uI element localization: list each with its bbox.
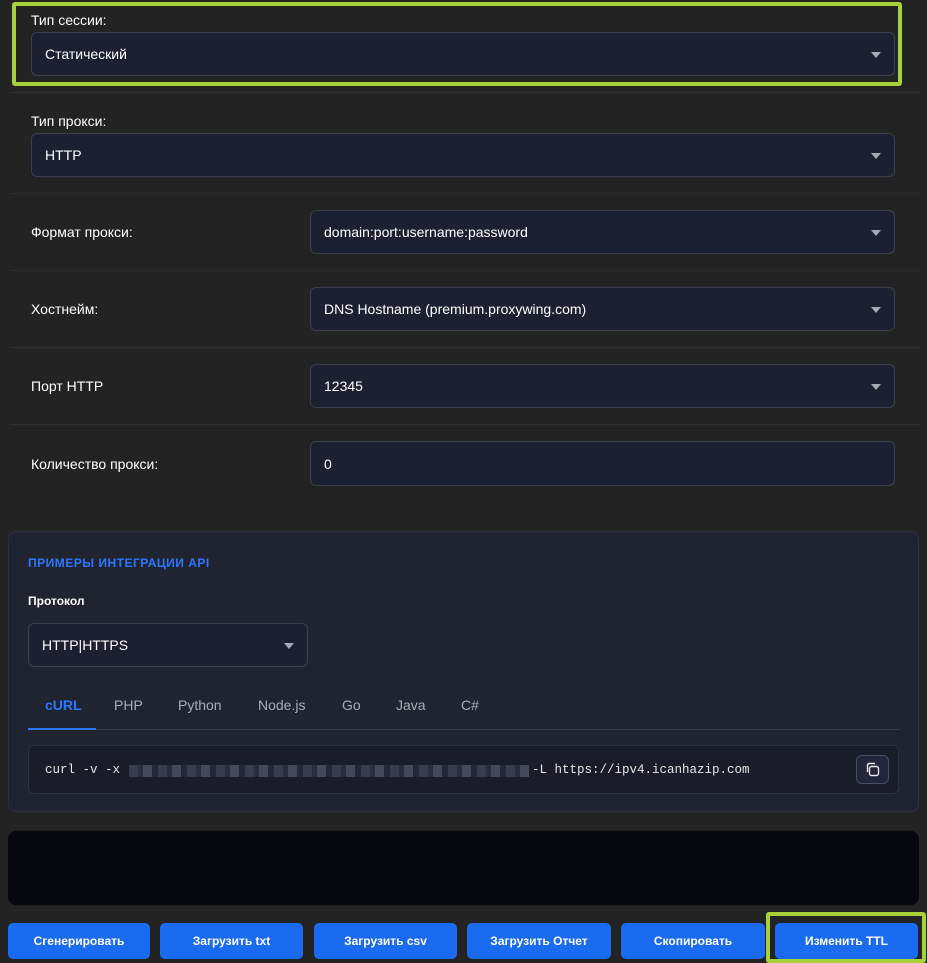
proxy-type-value: HTTP bbox=[45, 147, 82, 163]
proxy-format-select[interactable]: domain:port:username:password bbox=[310, 210, 895, 254]
port-value: 12345 bbox=[324, 378, 363, 394]
tab-nodejs[interactable]: Node.js bbox=[258, 697, 305, 713]
divider bbox=[10, 193, 920, 194]
tab-java[interactable]: Java bbox=[396, 697, 426, 713]
tab-python[interactable]: Python bbox=[178, 697, 222, 713]
proxy-format-label: Формат прокси: bbox=[31, 224, 133, 240]
session-type-select[interactable]: Статический bbox=[31, 32, 895, 76]
proxy-count-value: 0 bbox=[324, 455, 332, 472]
divider bbox=[10, 92, 920, 93]
tab-csharp[interactable]: C# bbox=[461, 697, 479, 713]
chevron-down-icon bbox=[871, 153, 881, 159]
chevron-down-icon bbox=[871, 52, 881, 58]
proxy-type-label: Тип прокси: bbox=[31, 113, 107, 129]
generate-button[interactable]: Сгенерировать bbox=[8, 923, 150, 959]
divider bbox=[10, 270, 920, 271]
change-ttl-button[interactable]: Изменить TTL bbox=[775, 923, 918, 959]
redacted-credentials bbox=[129, 765, 529, 777]
protocol-label: Протокол bbox=[28, 594, 85, 608]
hostname-label: Хостнейм: bbox=[31, 301, 99, 317]
proxy-type-select[interactable]: HTTP bbox=[31, 133, 895, 177]
hostname-select[interactable]: DNS Hostname (premium.proxywing.com) bbox=[310, 287, 895, 331]
session-type-label: Тип сессии: bbox=[31, 12, 107, 28]
tab-go[interactable]: Go bbox=[342, 697, 361, 713]
divider bbox=[10, 347, 920, 348]
api-examples-title: ПРИМЕРЫ ИНТЕГРАЦИИ API bbox=[28, 556, 210, 570]
copy-icon bbox=[866, 762, 880, 777]
session-type-value: Статический bbox=[45, 46, 127, 62]
proxy-count-input[interactable]: 0 bbox=[310, 441, 895, 486]
code-snippet: curl -v -x -L https://ipv4.icanhazip.com bbox=[28, 745, 899, 794]
active-tab-indicator bbox=[28, 728, 96, 730]
chevron-down-icon bbox=[871, 384, 881, 390]
protocol-select[interactable]: HTTP|HTTPS bbox=[28, 623, 308, 667]
port-label: Порт HTTP bbox=[31, 378, 104, 394]
tab-curl[interactable]: cURL bbox=[45, 697, 82, 713]
chevron-down-icon bbox=[871, 230, 881, 236]
hostname-value: DNS Hostname (premium.proxywing.com) bbox=[324, 301, 587, 317]
proxy-count-label: Количество прокси: bbox=[31, 456, 159, 472]
code-prefix: curl -v -x bbox=[45, 763, 121, 777]
proxy-format-value: domain:port:username:password bbox=[324, 224, 528, 240]
divider bbox=[10, 424, 920, 425]
copy-button[interactable]: Скопировать bbox=[621, 923, 765, 959]
download-report-button[interactable]: Загрузить Отчет bbox=[467, 923, 611, 959]
language-tabs: cURL PHP Python Node.js Go Java C# bbox=[28, 684, 900, 730]
download-csv-button[interactable]: Загрузить csv bbox=[314, 923, 457, 959]
protocol-value: HTTP|HTTPS bbox=[42, 637, 129, 653]
tab-php[interactable]: PHP bbox=[114, 697, 143, 713]
api-examples-panel: ПРИМЕРЫ ИНТЕГРАЦИИ API Протокол HTTP|HTT… bbox=[8, 531, 919, 812]
chevron-down-icon bbox=[871, 307, 881, 313]
chevron-down-icon bbox=[284, 643, 294, 649]
code-suffix: -L https://ipv4.icanhazip.com bbox=[532, 763, 750, 777]
port-select[interactable]: 12345 bbox=[310, 364, 895, 408]
output-area bbox=[8, 831, 919, 905]
copy-code-button[interactable] bbox=[856, 755, 889, 784]
download-txt-button[interactable]: Загрузить txt bbox=[160, 923, 303, 959]
